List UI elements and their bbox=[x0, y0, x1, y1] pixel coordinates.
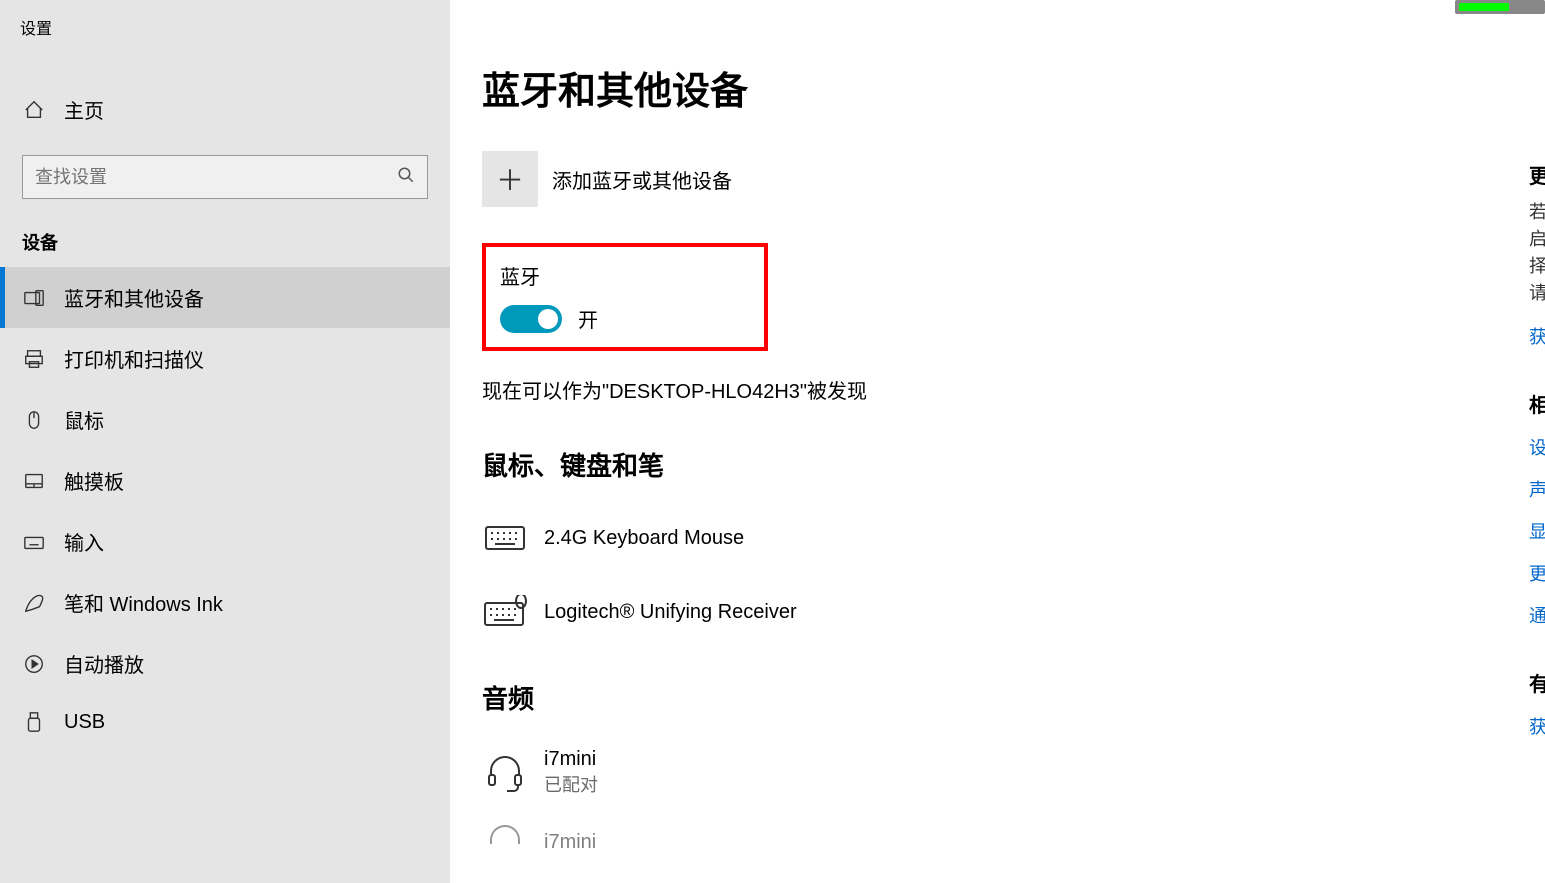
bluetooth-toggle[interactable] bbox=[500, 305, 562, 333]
right-link[interactable]: 获 bbox=[1529, 323, 1545, 349]
device-name: 2.4G Keyboard Mouse bbox=[544, 527, 744, 550]
nav-item-label: 打印机和扫描仪 bbox=[64, 344, 204, 373]
nav-usb[interactable]: USB bbox=[0, 694, 450, 750]
usb-icon bbox=[22, 710, 46, 734]
search-icon bbox=[397, 166, 415, 189]
right-link[interactable]: 获 bbox=[1529, 713, 1545, 739]
right-text: 择 bbox=[1529, 253, 1545, 280]
right-heading: 更 bbox=[1529, 160, 1545, 189]
printer-icon bbox=[22, 347, 46, 371]
right-text: 请 bbox=[1529, 280, 1545, 307]
device-item[interactable]: Logitech® Unifying Receiver bbox=[482, 575, 1529, 649]
add-device-icon-box: ＋ bbox=[482, 151, 538, 207]
plus-icon: ＋ bbox=[496, 159, 524, 199]
discoverable-text: 现在可以作为"DESKTOP-HLO42H3"被发现 bbox=[482, 375, 1529, 404]
device-item[interactable]: 2.4G Keyboard Mouse bbox=[482, 501, 1529, 575]
nav-item-label: 输入 bbox=[64, 527, 104, 556]
right-heading: 相 bbox=[1529, 389, 1545, 418]
right-link[interactable]: 设 bbox=[1529, 434, 1545, 460]
bluetooth-highlight: 蓝牙 开 bbox=[482, 243, 768, 351]
pen-icon bbox=[22, 591, 46, 615]
add-device-label: 添加蓝牙或其他设备 bbox=[552, 165, 732, 194]
keyboard-receiver-icon bbox=[482, 589, 528, 635]
nav-item-label: 笔和 Windows Ink bbox=[64, 588, 223, 617]
category-audio: 音频 bbox=[482, 679, 1529, 716]
nav-home[interactable]: 主页 bbox=[0, 79, 450, 140]
category-mouse-keyboard: 鼠标、键盘和笔 bbox=[482, 446, 1529, 483]
page-title: 蓝牙和其他设备 bbox=[482, 60, 1529, 115]
app-title: 设置 bbox=[0, 0, 450, 49]
nav-typing[interactable]: 输入 bbox=[0, 511, 450, 572]
touchpad-icon bbox=[22, 469, 46, 493]
nav-item-label: 鼠标 bbox=[64, 405, 104, 434]
nav-item-label: 自动播放 bbox=[64, 649, 144, 678]
section-label: 设备 bbox=[0, 219, 450, 267]
search-box[interactable] bbox=[22, 155, 428, 199]
device-name: Logitech® Unifying Receiver bbox=[544, 601, 797, 624]
right-text: 启 bbox=[1529, 226, 1545, 253]
main-content: 蓝牙和其他设备 ＋ 添加蓝牙或其他设备 蓝牙 开 现在可以作为"DESKTOP-… bbox=[450, 0, 1529, 883]
nav-item-label: USB bbox=[64, 711, 105, 734]
right-link[interactable]: 更 bbox=[1529, 560, 1545, 586]
nav-bluetooth[interactable]: 蓝牙和其他设备 bbox=[0, 267, 450, 328]
device-name: i7mini bbox=[544, 748, 598, 771]
headset-icon bbox=[482, 819, 528, 865]
nav-printers[interactable]: 打印机和扫描仪 bbox=[0, 328, 450, 389]
mouse-icon bbox=[22, 408, 46, 432]
nav-touchpad[interactable]: 触摸板 bbox=[0, 450, 450, 511]
headset-icon bbox=[482, 750, 528, 796]
right-link[interactable]: 通 bbox=[1529, 602, 1545, 628]
nav-pen[interactable]: 笔和 Windows Ink bbox=[0, 572, 450, 633]
bluetooth-toggle-row: 开 bbox=[500, 304, 748, 333]
keyboard-device-icon bbox=[482, 515, 528, 561]
nav-mouse[interactable]: 鼠标 bbox=[0, 389, 450, 450]
devices-icon bbox=[22, 286, 46, 310]
device-item[interactable]: i7mini 已配对 bbox=[482, 734, 1529, 811]
right-heading: 有 bbox=[1529, 668, 1545, 697]
nav-autoplay[interactable]: 自动播放 bbox=[0, 633, 450, 694]
nav-home-label: 主页 bbox=[64, 95, 104, 124]
keyboard-icon bbox=[22, 530, 46, 554]
nav-item-label: 触摸板 bbox=[64, 466, 124, 495]
sidebar: 设置 主页 设备 蓝牙和其他设备 打印机和扫描仪 鼠标 bbox=[0, 0, 450, 883]
window-indicator bbox=[1455, 0, 1545, 14]
toggle-knob bbox=[538, 309, 558, 329]
device-status: 已配对 bbox=[544, 771, 598, 797]
autoplay-icon bbox=[22, 652, 46, 676]
home-icon bbox=[22, 98, 46, 122]
toggle-state: 开 bbox=[578, 304, 598, 333]
right-panel: 更 若 启 择 请 获 相 设 声 显 更 通 有 获 bbox=[1529, 0, 1545, 883]
search-input[interactable] bbox=[35, 167, 397, 188]
right-text: 若 bbox=[1529, 199, 1545, 226]
device-name: i7mini bbox=[544, 831, 596, 854]
right-link[interactable]: 声 bbox=[1529, 476, 1545, 502]
bluetooth-label: 蓝牙 bbox=[500, 261, 748, 290]
nav-item-label: 蓝牙和其他设备 bbox=[64, 283, 204, 312]
device-item[interactable]: i7mini bbox=[482, 805, 1529, 879]
right-link[interactable]: 显 bbox=[1529, 518, 1545, 544]
add-device-button[interactable]: ＋ 添加蓝牙或其他设备 bbox=[482, 151, 1529, 207]
